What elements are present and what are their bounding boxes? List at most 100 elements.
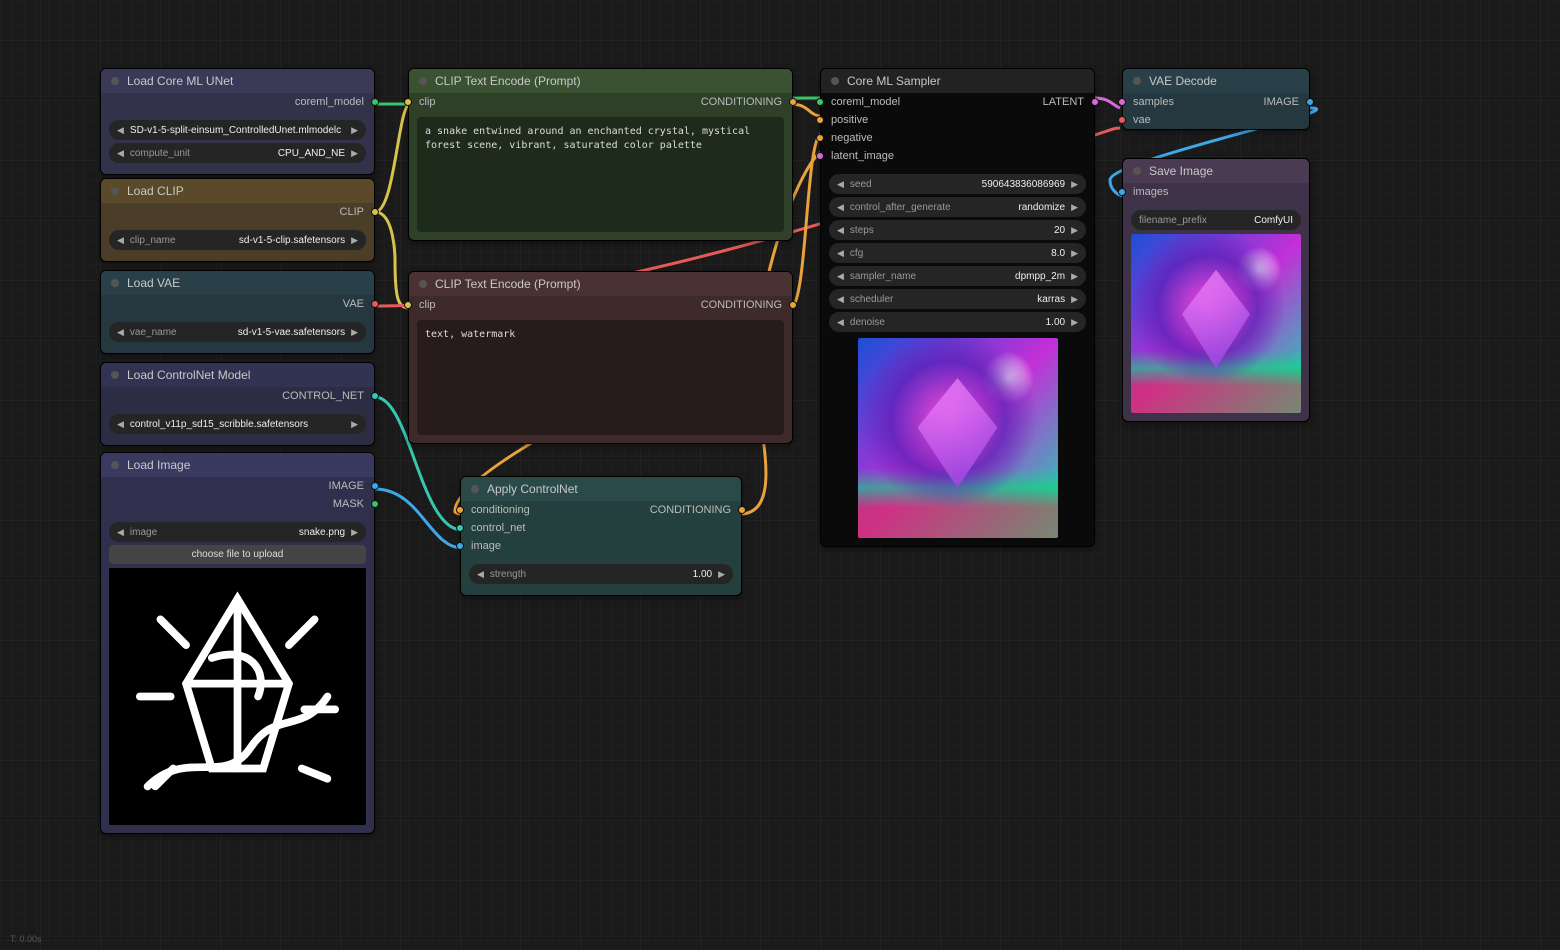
node-canvas[interactable]: Load Core ML UNet coreml_model ◀SD-v1-5-… (0, 0, 1560, 950)
input-port-clip[interactable] (404, 98, 412, 106)
output-port-mask[interactable] (371, 500, 379, 508)
input-port-vae[interactable] (1118, 116, 1126, 124)
chevron-left-icon[interactable]: ◀ (117, 527, 124, 538)
collapse-dot-icon[interactable] (1133, 167, 1141, 175)
choose-file-button[interactable]: choose file to upload (109, 545, 366, 564)
chevron-right-icon[interactable]: ▶ (351, 327, 358, 338)
widget-scheduler[interactable]: ◀schedulerkarras▶ (829, 289, 1086, 309)
output-port-vae[interactable] (371, 300, 379, 308)
chevron-right-icon[interactable]: ▶ (351, 148, 358, 159)
chevron-left-icon[interactable]: ◀ (117, 327, 124, 338)
chevron-left-icon[interactable]: ◀ (117, 148, 124, 159)
output-port-coreml[interactable] (371, 98, 379, 106)
widget-image[interactable]: ◀imagesnake.png▶ (109, 522, 366, 542)
node-header[interactable]: Load CLIP (101, 179, 374, 203)
widget-steps[interactable]: ◀steps20▶ (829, 220, 1086, 240)
chevron-right-icon[interactable]: ▶ (351, 527, 358, 538)
prompt-textarea[interactable]: a snake entwined around an enchanted cry… (417, 117, 784, 232)
chevron-right-icon[interactable]: ▶ (1071, 294, 1078, 305)
chevron-left-icon[interactable]: ◀ (117, 125, 124, 136)
collapse-dot-icon[interactable] (111, 77, 119, 85)
input-port-clip[interactable] (404, 301, 412, 309)
output-port-image[interactable] (371, 482, 379, 490)
chevron-right-icon[interactable]: ▶ (1071, 225, 1078, 236)
collapse-dot-icon[interactable] (111, 187, 119, 195)
input-port-positive[interactable] (816, 116, 824, 124)
chevron-right-icon[interactable]: ▶ (351, 419, 358, 430)
chevron-right-icon[interactable]: ▶ (1071, 271, 1078, 282)
chevron-right-icon[interactable]: ▶ (351, 235, 358, 246)
widget-clip-name[interactable]: ◀clip_namesd-v1-5-clip.safetensors▶ (109, 230, 366, 250)
node-header[interactable]: VAE Decode (1123, 69, 1309, 93)
widget-sampler[interactable]: ◀sampler_namedpmpp_2m▶ (829, 266, 1086, 286)
node-header[interactable]: CLIP Text Encode (Prompt) (409, 272, 792, 296)
node-save-image[interactable]: Save Image images filename_prefixComfyUI (1122, 158, 1310, 422)
widget-controlnet-name[interactable]: ◀control_v11p_sd15_scribble.safetensors▶ (109, 414, 366, 434)
output-port-conditioning[interactable] (789, 98, 797, 106)
collapse-dot-icon[interactable] (111, 461, 119, 469)
node-header[interactable]: CLIP Text Encode (Prompt) (409, 69, 792, 93)
prompt-textarea[interactable]: text, watermark (417, 320, 784, 435)
input-port-latent[interactable] (816, 152, 824, 160)
chevron-left-icon[interactable]: ◀ (837, 225, 844, 236)
collapse-dot-icon[interactable] (419, 77, 427, 85)
chevron-right-icon[interactable]: ▶ (1071, 248, 1078, 259)
node-load-coreml-unet[interactable]: Load Core ML UNet coreml_model ◀SD-v1-5-… (100, 68, 375, 175)
chevron-left-icon[interactable]: ◀ (837, 179, 844, 190)
node-header[interactable]: Core ML Sampler (821, 69, 1094, 93)
chevron-right-icon[interactable]: ▶ (718, 569, 725, 580)
widget-cfg[interactable]: ◀cfg8.0▶ (829, 243, 1086, 263)
node-header[interactable]: Load ControlNet Model (101, 363, 374, 387)
collapse-dot-icon[interactable] (1133, 77, 1141, 85)
input-port-samples[interactable] (1118, 98, 1126, 106)
input-port-negative[interactable] (816, 134, 824, 142)
output-port-latent[interactable] (1091, 98, 1099, 106)
widget-compute-unit[interactable]: ◀compute_unitCPU_AND_NE▶ (109, 143, 366, 163)
output-port-clip[interactable] (371, 208, 379, 216)
chevron-right-icon[interactable]: ▶ (1071, 202, 1078, 213)
chevron-right-icon[interactable]: ▶ (1071, 317, 1078, 328)
chevron-left-icon[interactable]: ◀ (477, 569, 484, 580)
output-port-image[interactable] (1306, 98, 1314, 106)
node-load-image[interactable]: Load Image IMAGE MASK ◀imagesnake.png▶ c… (100, 452, 375, 834)
input-port-controlnet[interactable] (456, 524, 464, 532)
node-clip-text-encode-negative[interactable]: CLIP Text Encode (Prompt) clip CONDITION… (408, 271, 793, 444)
widget-filename-prefix[interactable]: filename_prefixComfyUI (1131, 210, 1301, 230)
collapse-dot-icon[interactable] (419, 280, 427, 288)
node-vae-decode[interactable]: VAE Decode samples IMAGE vae (1122, 68, 1310, 130)
chevron-right-icon[interactable]: ▶ (1071, 179, 1078, 190)
input-port-conditioning[interactable] (456, 506, 464, 514)
node-clip-text-encode-positive[interactable]: CLIP Text Encode (Prompt) clip CONDITION… (408, 68, 793, 241)
node-apply-controlnet[interactable]: Apply ControlNet conditioning CONDITIONI… (460, 476, 742, 596)
chevron-left-icon[interactable]: ◀ (837, 202, 844, 213)
widget-vae-name[interactable]: ◀vae_namesd-v1-5-vae.safetensors▶ (109, 322, 366, 342)
node-header[interactable]: Load VAE (101, 271, 374, 295)
node-header[interactable]: Load Core ML UNet (101, 69, 374, 93)
node-header[interactable]: Load Image (101, 453, 374, 477)
chevron-left-icon[interactable]: ◀ (837, 271, 844, 282)
input-port-images[interactable] (1118, 188, 1126, 196)
collapse-dot-icon[interactable] (831, 77, 839, 85)
node-load-clip[interactable]: Load CLIP CLIP ◀clip_namesd-v1-5-clip.sa… (100, 178, 375, 262)
chevron-left-icon[interactable]: ◀ (117, 419, 124, 430)
widget-control-after[interactable]: ◀control_after_generaterandomize▶ (829, 197, 1086, 217)
collapse-dot-icon[interactable] (111, 279, 119, 287)
node-header[interactable]: Apply ControlNet (461, 477, 741, 501)
collapse-dot-icon[interactable] (111, 371, 119, 379)
node-load-vae[interactable]: Load VAE VAE ◀vae_namesd-v1-5-vae.safete… (100, 270, 375, 354)
output-port-controlnet[interactable] (371, 392, 379, 400)
node-header[interactable]: Save Image (1123, 159, 1309, 183)
input-port-model[interactable] (816, 98, 824, 106)
chevron-left-icon[interactable]: ◀ (117, 235, 124, 246)
chevron-left-icon[interactable]: ◀ (837, 317, 844, 328)
widget-denoise[interactable]: ◀denoise1.00▶ (829, 312, 1086, 332)
output-port-conditioning[interactable] (738, 506, 746, 514)
input-port-image[interactable] (456, 542, 464, 550)
widget-seed[interactable]: ◀seed590643836086969▶ (829, 174, 1086, 194)
node-load-controlnet[interactable]: Load ControlNet Model CONTROL_NET ◀contr… (100, 362, 375, 446)
node-coreml-sampler[interactable]: Core ML Sampler coreml_model LATENT posi… (820, 68, 1095, 547)
chevron-left-icon[interactable]: ◀ (837, 248, 844, 259)
widget-model-name[interactable]: ◀SD-v1-5-split-einsum_ControlledUnet.mlm… (109, 120, 366, 140)
collapse-dot-icon[interactable] (471, 485, 479, 493)
output-port-conditioning[interactable] (789, 301, 797, 309)
